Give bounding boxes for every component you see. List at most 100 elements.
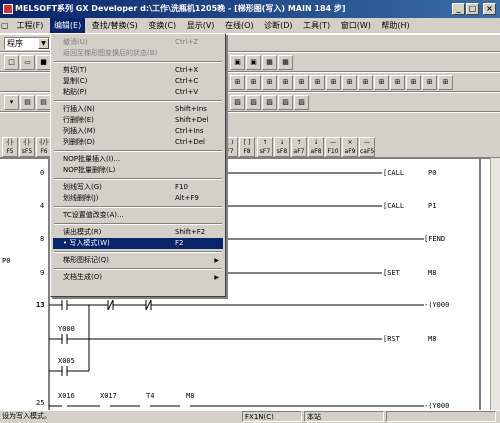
menu-item-label: 列删除(D) (63, 138, 95, 146)
ladder-tool-8-icon[interactable]: ⊞ (342, 75, 357, 90)
edit-menu-item[interactable]: 行插入(N) Shift+Ins (53, 104, 223, 115)
fkey-af8[interactable]: ↓ aF8 (308, 137, 324, 157)
minimize-button[interactable]: _ (452, 3, 465, 15)
fkey-sf8[interactable]: ↓ sF8 (274, 137, 290, 157)
edit-menu-item[interactable]: 划线删除(J) Alt+F9 (53, 193, 223, 204)
ladder-tool-12-icon[interactable]: ⊞ (406, 75, 421, 90)
close-button[interactable]: × (483, 3, 496, 15)
contact-label[interactable]: M8 (186, 392, 194, 400)
option-5-icon[interactable]: ▨ (294, 95, 309, 110)
menu-online[interactable]: 在线(O) (221, 18, 258, 34)
maximize-button[interactable]: □ (466, 3, 479, 15)
menu-item-label: NOP批量插入(I)... (63, 155, 121, 163)
fkey-af7[interactable]: ↑ aF7 (291, 137, 307, 157)
ladder-tool-7-icon[interactable]: ⊞ (326, 75, 341, 90)
ladder-tool-11-icon[interactable]: ⊞ (390, 75, 405, 90)
fkey-af9[interactable]: × aF9 (342, 137, 358, 157)
contact-label[interactable]: Y000 (58, 325, 75, 333)
option-4-icon[interactable]: ▨ (278, 95, 293, 110)
menu-edit[interactable]: 编辑(E) (49, 18, 86, 34)
new-file-icon[interactable]: □ (4, 55, 19, 70)
menu-tools[interactable]: 工具(T) (299, 18, 334, 34)
contact-label[interactable]: X017 (100, 392, 117, 400)
instruction-op[interactable]: [CALL (383, 169, 404, 177)
statement-icon[interactable]: ▤ (36, 95, 51, 110)
menu-convert[interactable]: 变换(C) (144, 18, 180, 34)
instruction-op[interactable]: [RST (383, 335, 400, 343)
menu-view[interactable]: 显示(V) (183, 18, 219, 34)
ladder-tool-9-icon[interactable]: ⊞ (358, 75, 373, 90)
fkey-caf5[interactable]: — caF5 (359, 137, 375, 157)
edit-menu-item[interactable]: 粘贴(P) Ctrl+V (53, 87, 223, 98)
program-combo[interactable]: 程序 ▼ (4, 37, 50, 50)
instruction-op[interactable]: [SET (383, 269, 400, 277)
fkey-f5[interactable]: ┤├ F5 (2, 137, 18, 157)
status-bar: 设为写入模式。 FX1N(C) 本站 (0, 410, 500, 422)
ladder-tool-3-icon[interactable]: ⊞ (262, 75, 277, 90)
instruction-arg[interactable]: M8 (428, 335, 436, 343)
edit-menu-item[interactable]: • 写入模式(W) F2 (53, 238, 223, 249)
instruction-op[interactable]: [FEND (424, 235, 445, 243)
menu-find-replace[interactable]: 查找/替换(S) (88, 18, 142, 34)
contact-label[interactable]: T4 (146, 392, 154, 400)
menu-item-shortcut: Ctrl+V (175, 88, 199, 96)
menu-help[interactable]: 帮助(H) (377, 18, 413, 34)
open-folder-icon[interactable]: ▭ (20, 55, 35, 70)
monitor-write-icon[interactable]: ▣ (246, 55, 261, 70)
edit-menu-item[interactable]: 列删除(D) Ctrl+Del (53, 137, 223, 148)
option-3-icon[interactable]: ▨ (262, 95, 277, 110)
edit-menu-item[interactable]: 读出模式(R) Shift+F2 (53, 227, 223, 238)
instruction-op[interactable]: -(Y000 (424, 402, 449, 410)
menu-separator (54, 206, 222, 208)
menu-separator (54, 223, 222, 225)
menu-window[interactable]: 窗口(W) (337, 18, 375, 34)
instruction-arg[interactable]: P1 (428, 202, 436, 210)
edit-menu-item[interactable]: TC设置值改变(A)... (53, 210, 223, 221)
edit-menu-item[interactable]: 行删除(E) Shift+Del (53, 115, 223, 126)
save-icon[interactable]: ■ (36, 55, 51, 70)
menu-separator (54, 251, 222, 253)
menu-separator (54, 61, 222, 63)
mode-icon[interactable]: ▾ (4, 95, 19, 110)
menu-item-label: • 写入模式(W) (63, 239, 110, 247)
menu-item-shortcut: Ctrl+Z (175, 38, 199, 46)
option-1-icon[interactable]: ▨ (230, 95, 245, 110)
comment-icon[interactable]: ▤ (20, 95, 35, 110)
instruction-op[interactable]: [CALL (383, 202, 404, 210)
monitor-icon[interactable]: ▣ (230, 55, 245, 70)
ladder-tool-4-icon[interactable]: ⊞ (278, 75, 293, 90)
instruction-arg[interactable]: M8 (428, 269, 436, 277)
menu-project[interactable]: 工程(F) (13, 18, 48, 34)
device-icon[interactable]: ▦ (262, 55, 277, 70)
ladder-tool-13-icon[interactable]: ⊞ (422, 75, 437, 90)
fkey-sf5[interactable]: ┤├ sF5 (19, 137, 35, 157)
contact-label[interactable]: X016 (58, 392, 75, 400)
option-2-icon[interactable]: ▨ (246, 95, 261, 110)
menu-diagnostics[interactable]: 诊断(D) (260, 18, 296, 34)
ladder-tool-14-icon[interactable]: ⊞ (438, 75, 453, 90)
pointer-label: P0 (2, 257, 11, 265)
ladder-tool-10-icon[interactable]: ⊞ (374, 75, 389, 90)
instruction-arg[interactable]: P0 (428, 169, 436, 177)
edit-menu-item[interactable]: 复制(C) Ctrl+C (53, 76, 223, 87)
ladder-tool-6-icon[interactable]: ⊞ (310, 75, 325, 90)
edit-menu-item[interactable]: 文档生成(O) ▶ (53, 272, 223, 283)
fkey-f10[interactable]: — F10 (325, 137, 341, 157)
edit-menu-item[interactable]: 列插入(M) Ctrl+Ins (53, 126, 223, 137)
edit-menu-item[interactable]: 剪切(T) Ctrl+X (53, 65, 223, 76)
menu-item-label: 划线删除(J) (63, 194, 99, 202)
vertical-scrollbar[interactable] (490, 158, 500, 410)
fkey-sf7[interactable]: ↑ sF7 (257, 137, 273, 157)
edit-menu-item[interactable]: NOP批量删除(L) (53, 165, 223, 176)
edit-menu-item[interactable]: 划线写入(G) F10 (53, 182, 223, 193)
ladder-tool-2-icon[interactable]: ⊞ (246, 75, 261, 90)
contact-label[interactable]: X005 (58, 357, 75, 365)
ladder-tool-1-icon[interactable]: ⊞ (230, 75, 245, 90)
edit-menu-item[interactable]: 梯形图标记(Q) ▶ (53, 255, 223, 266)
fkey-f8[interactable]: [ ] F8 (239, 137, 255, 157)
chevron-down-icon[interactable]: ▼ (38, 38, 49, 49)
batch-monitor-icon[interactable]: ▦ (278, 55, 293, 70)
instruction-op[interactable]: -(Y000 (424, 301, 449, 309)
edit-menu-item[interactable]: NOP批量插入(I)... (53, 154, 223, 165)
ladder-tool-5-icon[interactable]: ⊞ (294, 75, 309, 90)
